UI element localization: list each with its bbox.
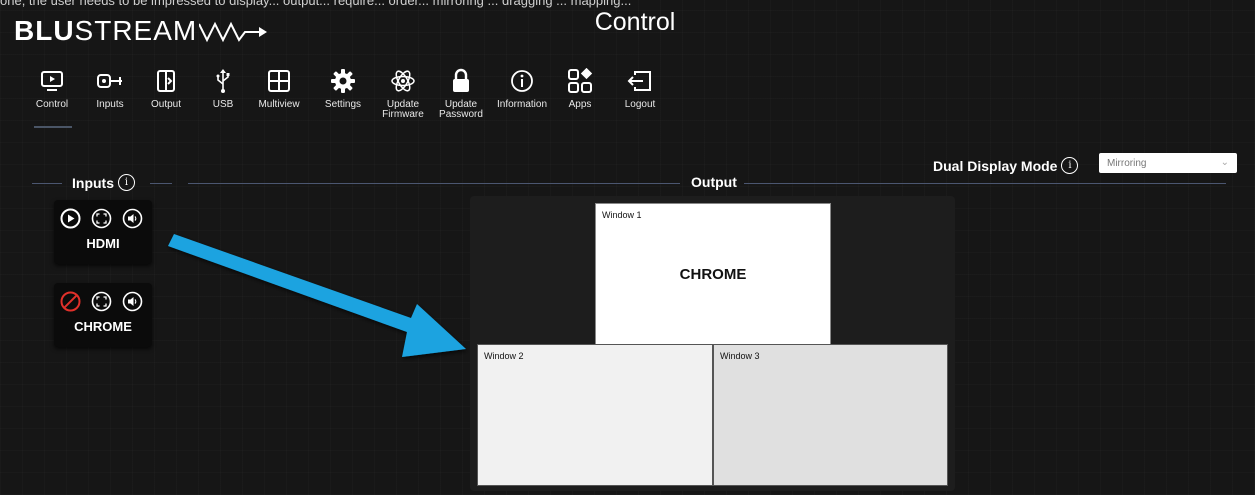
- lock-icon: [453, 68, 469, 92]
- nav-label: Control: [35, 99, 69, 110]
- play-icon[interactable]: [60, 208, 81, 229]
- output-section-title: Output: [691, 174, 737, 190]
- nav-output[interactable]: Output: [136, 66, 196, 124]
- nav-multiview[interactable]: Multiview: [249, 66, 309, 124]
- top-caption: one, the user needs to be impressed to d…: [0, 0, 632, 8]
- dual-display-info-icon[interactable]: i: [1061, 157, 1079, 174]
- output-rule-right: [744, 183, 1226, 184]
- nav-label: Update Firmware: [382, 99, 424, 120]
- output-rule-left: [188, 183, 680, 184]
- logout-icon: [627, 71, 651, 91]
- inputs-rule-right: [150, 183, 172, 184]
- nav-control[interactable]: Control: [22, 66, 82, 128]
- input-name: HDMI: [86, 236, 120, 251]
- nav-logout[interactable]: Logout: [610, 66, 670, 124]
- brand-wave-icon: [199, 21, 268, 43]
- input-card-hdmi[interactable]: HDMI: [54, 200, 152, 264]
- disabled-icon[interactable]: [60, 291, 81, 312]
- window-source: CHROME: [679, 266, 747, 283]
- input-cable-icon: [97, 74, 122, 88]
- window-title: Window 1: [602, 210, 642, 220]
- nav-label: Output: [150, 99, 182, 110]
- brand-bold: BLU: [14, 15, 75, 46]
- multiview-grid-icon: [268, 70, 290, 92]
- nav-label: Inputs: [96, 99, 124, 110]
- dual-display-mode-label: Dual Display Mode i: [933, 157, 1079, 174]
- fullscreen-icon[interactable]: [91, 208, 112, 229]
- nav-label: USB: [212, 99, 234, 110]
- dual-display-mode-text: Dual Display Mode: [933, 157, 1058, 174]
- input-card-chrome[interactable]: CHROME: [54, 283, 152, 347]
- dual-display-mode-select[interactable]: Mirroring ⌄: [1099, 153, 1237, 173]
- volume-icon[interactable]: [122, 291, 143, 312]
- nav-label: Apps: [568, 99, 592, 110]
- nav-usb[interactable]: USB: [193, 66, 253, 124]
- page-title: Control: [594, 8, 676, 36]
- output-section-label: Output: [691, 174, 737, 190]
- window-2[interactable]: Window 2: [477, 344, 713, 486]
- nav-label: Multiview: [258, 99, 300, 110]
- nav-label: Information: [496, 99, 548, 110]
- nav-update-password[interactable]: Update Password: [431, 66, 491, 124]
- output-canvas: Window 1 CHROME Window 2 Window 3: [470, 196, 955, 491]
- gear-icon: [331, 69, 355, 93]
- window-title: Window 2: [484, 351, 524, 361]
- window-3[interactable]: Window 3: [713, 344, 948, 486]
- apps-icon: [568, 68, 593, 93]
- atom-icon: [391, 70, 415, 92]
- nav-update-firmware[interactable]: Update Firmware: [373, 66, 433, 124]
- nav-apps[interactable]: Apps: [550, 66, 610, 124]
- nav-label: Settings: [324, 99, 362, 110]
- brand-light: STREAM: [74, 15, 198, 46]
- chevron-down-icon: ⌄: [1220, 157, 1229, 168]
- volume-icon[interactable]: [122, 208, 143, 229]
- inputs-section-label: Inputs: [72, 174, 114, 191]
- inputs-info-icon[interactable]: i: [118, 174, 135, 191]
- dual-display-mode-value: Mirroring: [1107, 157, 1147, 169]
- window-1[interactable]: Window 1 CHROME: [595, 203, 831, 345]
- input-name: CHROME: [74, 319, 132, 334]
- output-icon: [157, 70, 175, 92]
- nav-inputs[interactable]: Inputs: [80, 66, 140, 124]
- nav-information[interactable]: Information: [492, 66, 552, 124]
- blustream-logo: BLUSTREAM: [14, 14, 269, 48]
- window-title: Window 3: [720, 351, 760, 361]
- nav-label: Logout: [624, 99, 656, 110]
- info-icon: [511, 70, 533, 92]
- inputs-rule-left: [32, 183, 62, 184]
- nav-label: Update Password: [439, 99, 483, 120]
- inputs-section-title: Inputs i: [72, 174, 135, 191]
- tv-play-icon: [41, 71, 63, 91]
- nav-settings[interactable]: Settings: [313, 66, 373, 124]
- fullscreen-icon[interactable]: [91, 291, 112, 312]
- usb-icon: [216, 69, 230, 93]
